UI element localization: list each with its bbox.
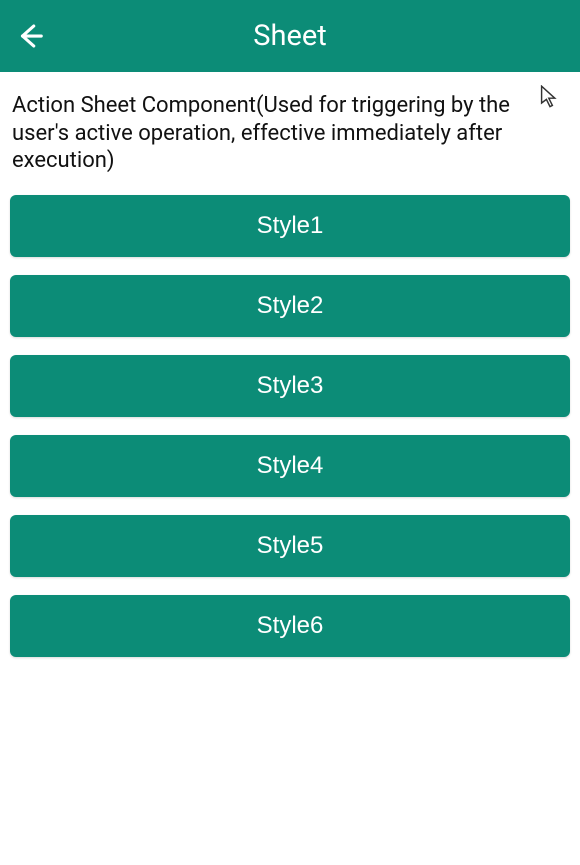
content-area: Action Sheet Component(Used for triggeri… xyxy=(0,72,580,667)
description-text: Action Sheet Component(Used for triggeri… xyxy=(10,92,570,175)
back-button[interactable] xyxy=(10,16,50,56)
style3-button[interactable]: Style3 xyxy=(10,355,570,417)
back-arrow-icon xyxy=(15,21,45,51)
style5-button[interactable]: Style5 xyxy=(10,515,570,577)
page-title: Sheet xyxy=(0,19,580,53)
style6-button[interactable]: Style6 xyxy=(10,595,570,657)
button-list: Style1 Style2 Style3 Style4 Style5 Style… xyxy=(10,195,570,657)
style4-button[interactable]: Style4 xyxy=(10,435,570,497)
header-bar: Sheet xyxy=(0,0,580,72)
style2-button[interactable]: Style2 xyxy=(10,275,570,337)
style1-button[interactable]: Style1 xyxy=(10,195,570,257)
